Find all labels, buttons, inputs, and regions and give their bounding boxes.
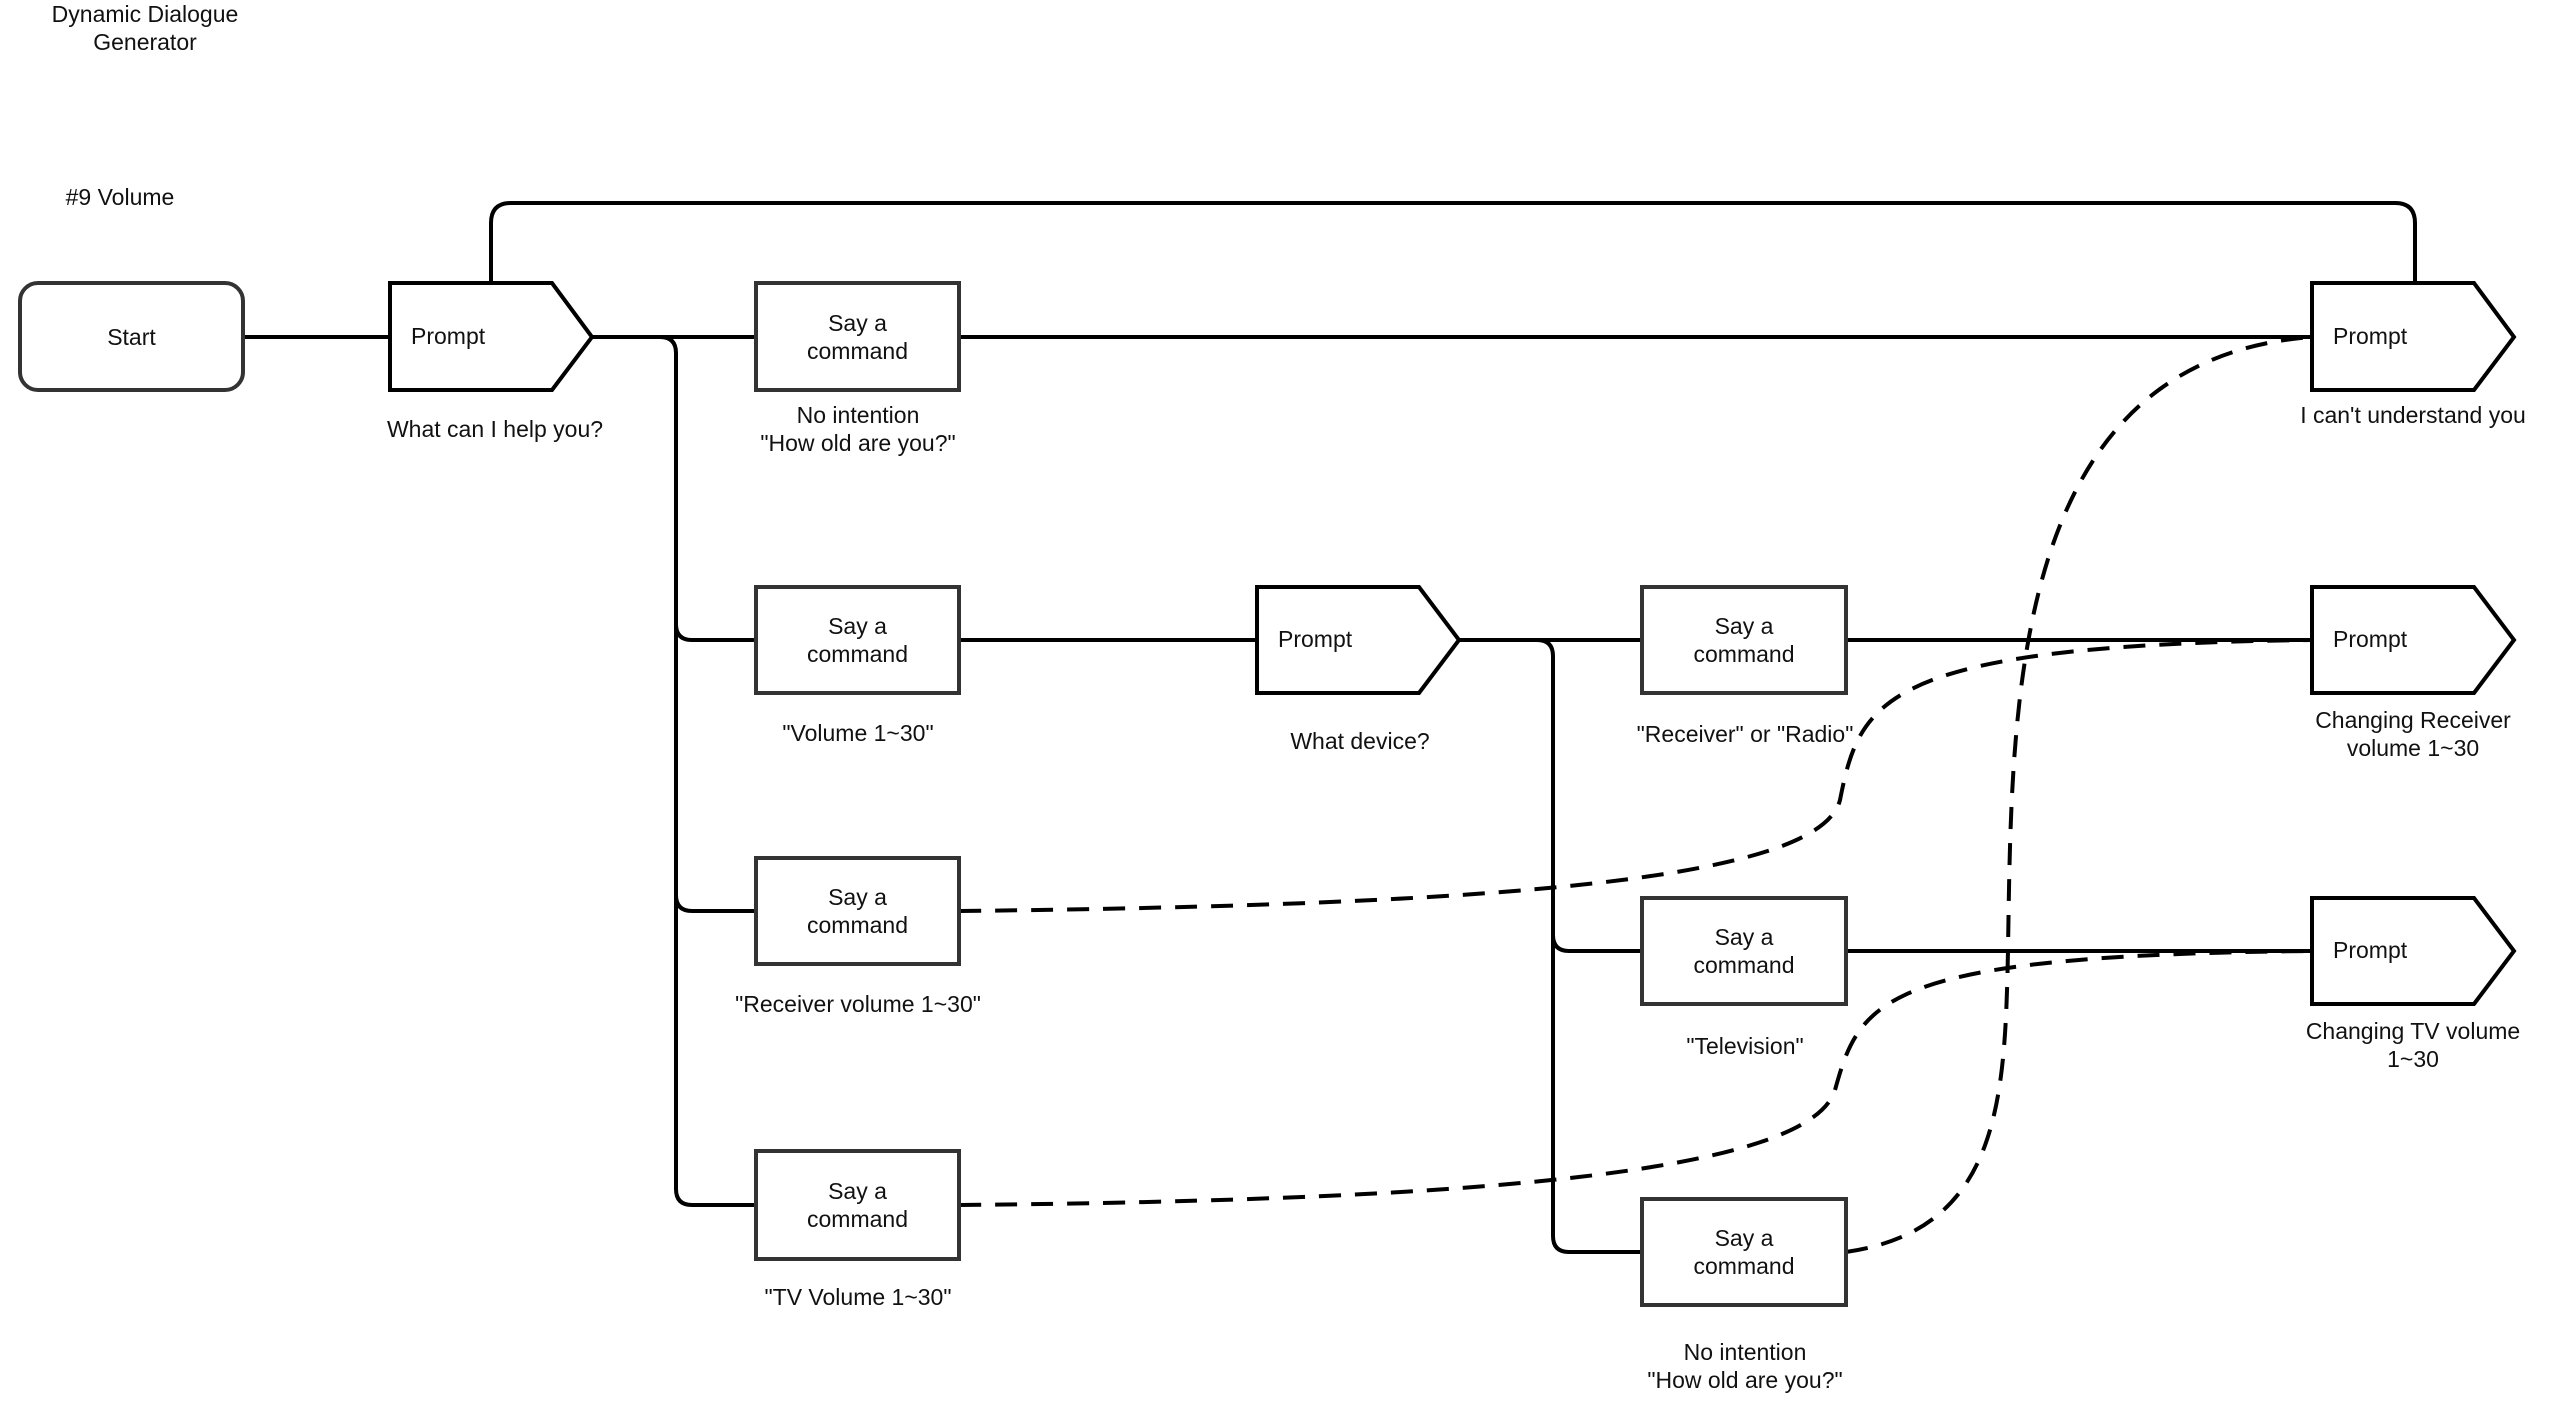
say-line-2: command xyxy=(807,641,908,667)
connector-trunk-1 xyxy=(659,335,756,1207)
say-receiver-volume-label: Say a command xyxy=(756,858,959,964)
caption-line-2: "How old are you?" xyxy=(760,430,956,456)
say-line-2: command xyxy=(1693,641,1795,667)
say-no-intent-1-caption: No intention "How old are you?" xyxy=(700,401,1016,457)
say-line-2: command xyxy=(807,912,908,938)
prompt-device-caption: What device? xyxy=(1290,728,1430,754)
say-television-label: Say a command xyxy=(1642,898,1846,1004)
say-line-2: command xyxy=(807,337,908,364)
connector-trunk-to-receiver-volume xyxy=(674,894,756,913)
prompt-device-label: Prompt xyxy=(1278,626,1353,652)
start-label: Start xyxy=(107,323,156,350)
say-volume-caption: "Volume 1~30" xyxy=(782,720,934,746)
connector-trunk-to-volume xyxy=(674,623,756,642)
say-no-intent-2-caption: No intention "How old are you?" xyxy=(1590,1338,1900,1394)
caption-line-1: Changing TV volume xyxy=(2305,1018,2521,1044)
connector-trunk2-to-television xyxy=(1551,934,1642,953)
prompt-main-label: Prompt xyxy=(411,323,486,349)
say-line-1: Say a xyxy=(1714,613,1774,639)
section-label: #9 Volume xyxy=(65,184,175,210)
say-volume-label: Say a command xyxy=(756,587,959,693)
dashed-tv-volume-to-prompt xyxy=(958,949,2313,1207)
connector-loop-top xyxy=(489,201,2417,283)
say-receiver-volume-caption: "Receiver volume 1~30" xyxy=(735,991,981,1017)
say-line-1: Say a xyxy=(1714,1225,1774,1251)
dashed-no-intent2-to-cant xyxy=(1845,335,2313,1254)
say-line-2: command xyxy=(1693,952,1795,978)
say-line-2: command xyxy=(807,1206,908,1232)
prompt-tv-volume-caption: Changing TV volume 1~30 xyxy=(2270,1017,2556,1073)
caption-line-1: No intention xyxy=(1683,1339,1807,1365)
prompt-tv-volume-label: Prompt xyxy=(2333,937,2408,963)
say-line-1: Say a xyxy=(828,1178,887,1204)
say-no-intent-2-label: Say a command xyxy=(1642,1199,1846,1305)
caption-line-1: No intention xyxy=(796,402,920,428)
prompt-cant-understand-label: Prompt xyxy=(2333,323,2408,349)
say-tv-volume-caption: "TV Volume 1~30" xyxy=(764,1284,952,1310)
say-line-2: command xyxy=(1693,1253,1795,1279)
diagram-title: Dynamic Dialogue Generator xyxy=(20,0,270,56)
say-line-1: Say a xyxy=(828,309,887,336)
prompt-receiver-volume-caption: Changing Receiver volume 1~30 xyxy=(2270,706,2556,762)
flow-diagram xyxy=(18,201,2517,1307)
prompt-receiver-volume-label: Prompt xyxy=(2333,626,2408,652)
prompt-cant-understand-caption: I can't understand you xyxy=(2300,402,2526,428)
caption-line-1: Changing Receiver xyxy=(2315,707,2511,733)
say-tv-volume-label: Say a command xyxy=(756,1151,959,1259)
say-no-intent-1-label: Say a command xyxy=(756,283,959,390)
prompt-main-caption: What can I help you? xyxy=(386,416,604,442)
title-line-2: Generator xyxy=(93,29,197,55)
caption-line-2: "How old are you?" xyxy=(1647,1367,1843,1393)
say-television-caption: "Television" xyxy=(1686,1033,1804,1059)
dashed-receiver-volume-to-prompt xyxy=(958,638,2313,913)
caption-line-2: 1~30 xyxy=(2387,1046,2439,1072)
say-line-1: Say a xyxy=(828,884,887,910)
caption-line-2: volume 1~30 xyxy=(2346,735,2480,761)
say-line-1: Say a xyxy=(828,613,887,639)
say-receiver-label: Say a command xyxy=(1642,587,1846,693)
say-line-1: Say a xyxy=(1714,924,1774,950)
say-receiver-caption: "Receiver" or "Radio" xyxy=(1636,721,1854,747)
title-line-1: Dynamic Dialogue xyxy=(51,1,239,27)
